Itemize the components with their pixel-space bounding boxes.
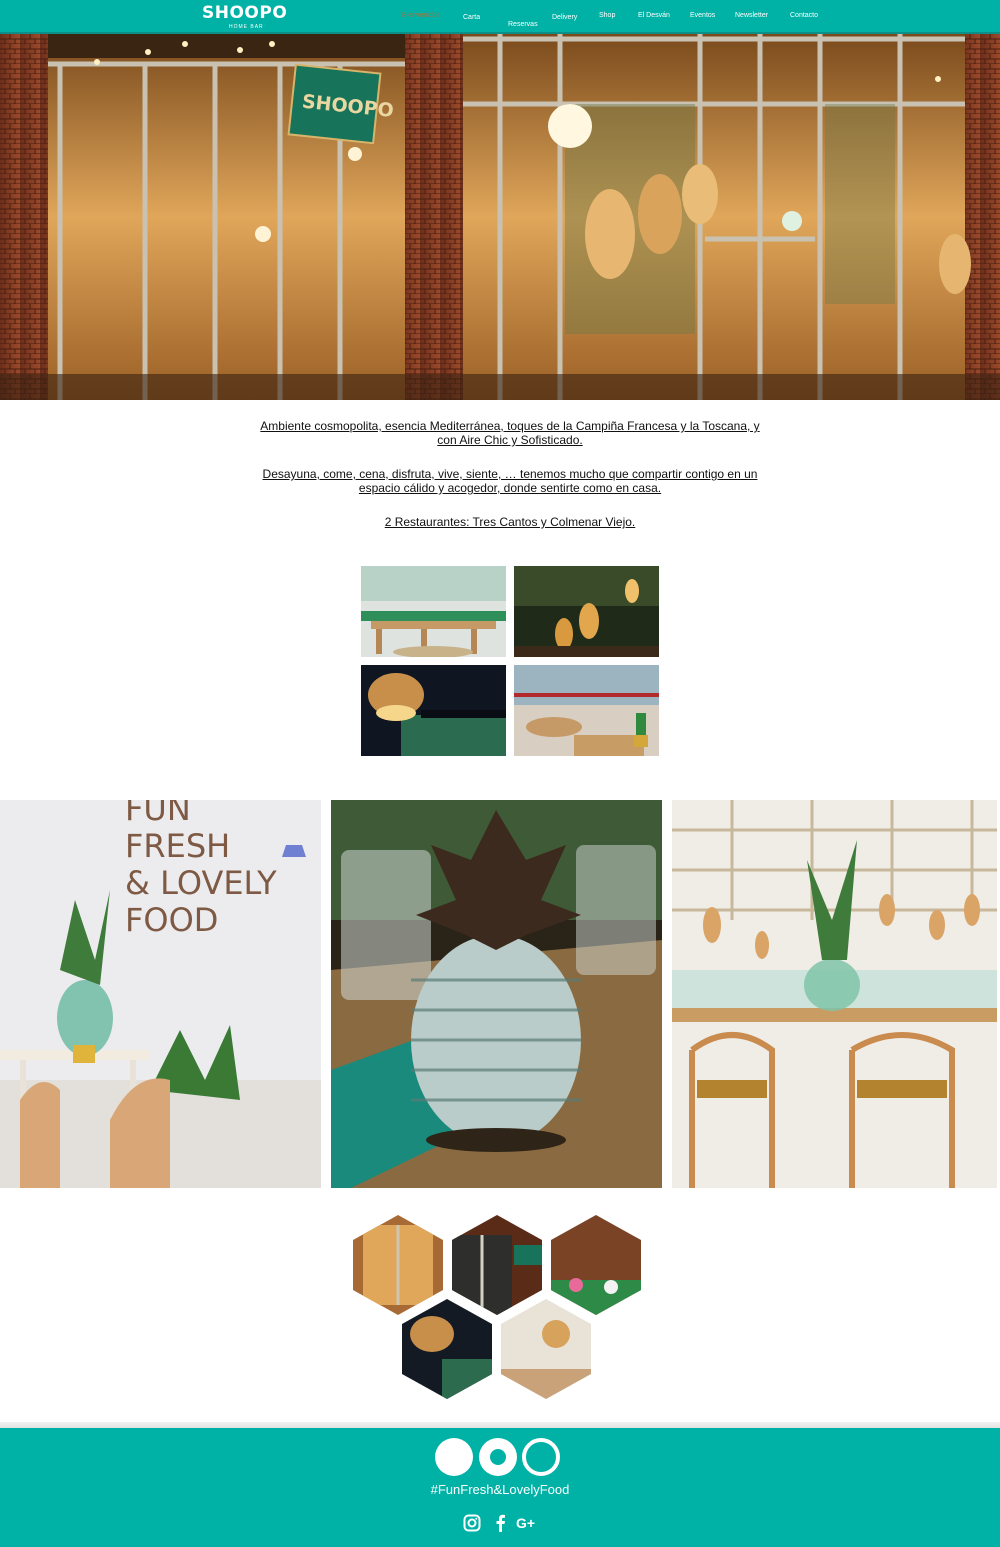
hex-photo-lamp-night[interactable]	[402, 1299, 492, 1399]
footer-tagline: #FunFresh&LovelyFood	[430, 1482, 570, 1497]
neon-line-food: FOOD	[125, 901, 218, 939]
panel-bar-stools-photo	[672, 800, 997, 1188]
neon-line-fun: FUN	[125, 800, 191, 828]
intro-paragraph-ambiente[interactable]: Ambiente cosmopolita, esencia Mediterrán…	[250, 419, 770, 447]
facebook-glyph	[496, 1514, 505, 1532]
hex-photo-facade-left[interactable]	[353, 1215, 443, 1315]
neon-line-lovely: & LOVELY	[125, 864, 277, 902]
thumb-2-image	[514, 566, 659, 657]
nav-shop[interactable]: Shop	[599, 12, 615, 19]
thumb-3-image	[361, 665, 506, 756]
hex-2-image	[452, 1215, 542, 1315]
panel-3-image	[672, 800, 997, 1188]
logo-dot-outline-icon	[522, 1438, 560, 1476]
footer: #FunFresh&LovelyFood G+	[0, 1428, 1000, 1547]
panel-neon-sign-photo: FUN FRESH & LOVELY FOOD	[0, 800, 321, 1188]
panel-pineapple-candle-photo	[331, 800, 662, 1188]
thumb-4-image	[514, 665, 659, 756]
hex-3-image	[551, 1215, 641, 1315]
hex-1-image	[353, 1215, 443, 1315]
hex-4-image	[402, 1299, 492, 1399]
neon-line-fresh: FRESH	[125, 827, 230, 865]
hex-5-image	[501, 1299, 591, 1399]
hero-restaurant-facade-photo: SHOOPO	[0, 34, 1000, 400]
nav-bienvenidos[interactable]: Bienvenidos	[402, 12, 440, 19]
instagram-icon[interactable]	[463, 1514, 481, 1532]
logo-dot-solid-icon	[435, 1438, 473, 1476]
gallery-thumb-wicker-lamps[interactable]	[514, 566, 659, 657]
logo-dot-ring-filled-icon	[479, 1438, 517, 1476]
hero-illustration: SHOOPO	[0, 34, 1000, 400]
intro-text-block: Ambiente cosmopolita, esencia Mediterrán…	[250, 419, 770, 549]
hex-photo-interior-lamp[interactable]	[501, 1299, 591, 1399]
gallery-thumb-dining-room[interactable]	[514, 665, 659, 756]
nav-carta[interactable]: Carta	[463, 14, 480, 21]
nav-contacto[interactable]: Contacto	[790, 12, 818, 19]
intro-paragraph-desayuna[interactable]: Desayuna, come, cena, disfruta, vive, si…	[250, 467, 770, 495]
gallery-thumb-terrace-lamp[interactable]	[361, 665, 506, 756]
logo-text: SHOOPO	[202, 3, 288, 23]
shoopo-logo[interactable]: SHOOPO HOME BAR	[202, 3, 292, 31]
google-plus-icon[interactable]: G+	[516, 1515, 535, 1533]
panel-1-image: FUN FRESH & LOVELY FOOD	[0, 800, 321, 1188]
nav-newsletter[interactable]: Newsletter	[735, 12, 768, 19]
logo-subtitle: HOME BAR	[229, 24, 264, 30]
hex-photo-facade-sign[interactable]	[452, 1215, 542, 1315]
top-navigation-bar: SHOOPO HOME BAR Bienvenidos Carta Reserv…	[0, 0, 1000, 34]
hex-photo-terrace[interactable]	[551, 1215, 641, 1315]
intro-paragraph-restaurantes[interactable]: 2 Restaurantes: Tres Cantos y Colmenar V…	[250, 515, 770, 529]
panel-2-image	[331, 800, 662, 1188]
nav-delivery[interactable]: Delivery	[552, 14, 577, 21]
instagram-glyph	[463, 1514, 481, 1532]
gallery-thumb-interior-bright[interactable]	[361, 566, 506, 657]
facebook-icon[interactable]	[494, 1514, 506, 1532]
thumb-1-image	[361, 566, 506, 657]
nav-el-desvan[interactable]: El Desván	[638, 12, 670, 19]
nav-eventos[interactable]: Eventos	[690, 12, 715, 19]
